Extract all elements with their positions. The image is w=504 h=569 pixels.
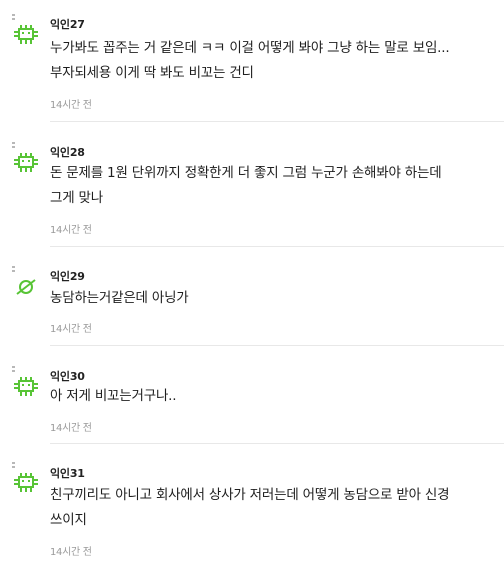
- comment-line: 농담하는거같은데 아닝가: [50, 290, 189, 306]
- bug-icon: [14, 377, 38, 396]
- comment-body: 아 저게 비꼬는거구나..: [50, 384, 498, 409]
- comment-author[interactable]: 익인28: [50, 144, 85, 160]
- comment-time: 14시간 전: [50, 225, 92, 236]
- comment-line: 아 저게 비꼬는거구나..: [50, 388, 177, 404]
- avatar[interactable]: [10, 142, 40, 176]
- divider: [50, 246, 504, 247]
- divider: [50, 121, 504, 122]
- comment-author[interactable]: 익인29: [50, 268, 85, 284]
- comment-time: 14시간 전: [50, 423, 92, 434]
- bug-icon: [14, 153, 38, 172]
- dots-icon: [12, 366, 15, 372]
- comment-author[interactable]: 익인31: [50, 465, 85, 481]
- comment-body: 돈 문제를 1원 단위까지 정확한게 더 좋지 그럼 누군가 손해봐야 하는데 …: [50, 161, 498, 211]
- comment-line: 쓰이지: [50, 512, 87, 528]
- comment-line: 친구끼리도 아니고 회사에서 상사가 저러는데 어떻게 농담으로 받아 신경: [50, 487, 450, 503]
- comment-body: 친구끼리도 아니고 회사에서 상사가 저러는데 어떻게 농담으로 받아 신경 쓰…: [50, 483, 498, 533]
- avatar[interactable]: [10, 462, 40, 496]
- divider: [50, 345, 504, 346]
- bug-icon: [14, 25, 38, 44]
- divider: [50, 443, 504, 444]
- dots-icon: [12, 142, 15, 148]
- dots-icon: [12, 14, 15, 20]
- comment-body: 농담하는거같은데 아닝가: [50, 286, 498, 311]
- comment-body: 누가봐도 꼽주는 거 같은데 ㅋㅋ 이걸 어떻게 봐야 그냥 하는 말로 보임.…: [50, 36, 498, 86]
- comment-line: 부자되세용 이게 딱 봐도 비꼬는 건디: [50, 65, 254, 81]
- dots-icon: [12, 266, 15, 272]
- comment-author[interactable]: 익인30: [50, 368, 85, 384]
- comment-line: 누가봐도 꼽주는 거 같은데 ㅋㅋ 이걸 어떻게 봐야 그냥 하는 말로 보임.…: [50, 40, 450, 56]
- comment-line: 돈 문제를 1원 단위까지 정확한게 더 좋지 그럼 누군가 손해봐야 하는데: [50, 165, 442, 181]
- comment-time: 14시간 전: [50, 324, 92, 335]
- avatar[interactable]: [10, 366, 40, 400]
- dots-icon: [12, 462, 15, 468]
- avatar[interactable]: [10, 266, 40, 300]
- planet-icon: [16, 279, 36, 295]
- comment-time: 14시간 전: [50, 547, 92, 558]
- bug-icon: [14, 473, 38, 492]
- avatar[interactable]: [10, 14, 40, 48]
- comment-line: 그게 맞나: [50, 190, 103, 206]
- comment-time: 14시간 전: [50, 100, 92, 111]
- comment-author[interactable]: 익인27: [50, 16, 85, 32]
